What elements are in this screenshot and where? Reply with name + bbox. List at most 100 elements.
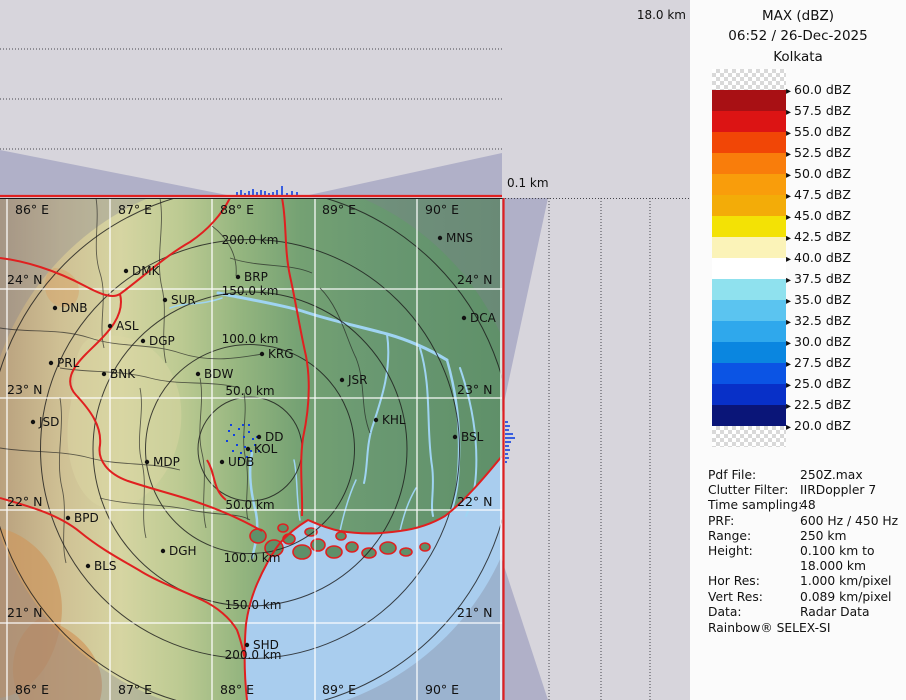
tick-arrow-icon: ▸ bbox=[786, 128, 791, 139]
tick-arrow-icon: ▸ bbox=[786, 212, 791, 223]
city-dot-kol bbox=[246, 447, 250, 451]
tick-arrow-icon: ▸ bbox=[786, 149, 791, 160]
city-dot-khl bbox=[374, 418, 378, 422]
city-dot-dnb bbox=[53, 306, 57, 310]
lat-label-left: 24° N bbox=[7, 272, 42, 287]
lon-label-top: 87° E bbox=[118, 202, 152, 217]
dbz-scale-label: 20.0 dBZ bbox=[794, 418, 851, 433]
city-label-bsl: BSL bbox=[461, 430, 484, 444]
metadata-label: Range: bbox=[708, 529, 800, 544]
dbz-band-16 bbox=[712, 405, 786, 426]
metadata-row: Time sampling:48 bbox=[708, 498, 898, 513]
range-ring-label: 100.0 km bbox=[224, 551, 281, 565]
product-title: MAX (dBZ) bbox=[690, 6, 906, 26]
lon-label-top: 88° E bbox=[220, 202, 254, 217]
metadata-label: Time sampling: bbox=[708, 498, 800, 513]
lat-label-left: 22° N bbox=[7, 494, 42, 509]
height-axis-area: 18.0 km 0.1 km bbox=[502, 0, 690, 198]
metadata-row: Height:0.100 km to bbox=[708, 544, 898, 559]
lon-label-top: 86° E bbox=[15, 202, 49, 217]
metadata-value: 250 km bbox=[800, 529, 846, 543]
city-label-bnk: BNK bbox=[110, 367, 136, 381]
lat-label-left: 21° N bbox=[7, 605, 42, 620]
metadata-row: 18.000 km bbox=[708, 559, 898, 574]
dbz-band-6 bbox=[712, 195, 786, 216]
city-label-bpd: BPD bbox=[74, 511, 99, 525]
tick-arrow-icon: ▸ bbox=[786, 401, 791, 412]
tick-arrow-icon: ▸ bbox=[786, 380, 791, 391]
metadata-row: Pdf File:250Z.max bbox=[708, 468, 898, 483]
dbz-scale-label: 52.5 dBZ bbox=[794, 145, 851, 160]
echo-pixel bbox=[228, 430, 230, 432]
city-label-shd: SHD bbox=[253, 638, 279, 652]
echo-pixel bbox=[236, 444, 238, 446]
lat-label-right: 23° N bbox=[457, 382, 492, 397]
echo-pixel bbox=[230, 424, 232, 426]
city-dot-bdw bbox=[196, 372, 200, 376]
city-dot-asl bbox=[108, 324, 112, 328]
dbz-band-3 bbox=[712, 132, 786, 153]
dbz-band-11 bbox=[712, 300, 786, 321]
city-label-dca: DCA bbox=[470, 311, 497, 325]
echo-pixel bbox=[248, 424, 250, 426]
metadata-value: 0.100 km to bbox=[800, 544, 874, 558]
lon-label-bottom: 88° E bbox=[220, 682, 254, 697]
lat-label-right: 22° N bbox=[457, 494, 492, 509]
legend-header: MAX (dBZ) 06:52 / 26-Dec-2025 Kolkata bbox=[690, 6, 906, 67]
dbz-color-scale bbox=[712, 69, 786, 447]
metadata-value: 600 Hz / 450 Hz bbox=[800, 514, 898, 528]
cross-section-top-panel bbox=[0, 0, 502, 198]
lon-label-bottom: 89° E bbox=[322, 682, 356, 697]
city-dot-bls bbox=[86, 564, 90, 568]
tick-arrow-icon: ▸ bbox=[786, 170, 791, 181]
city-label-dmk: DMK bbox=[132, 264, 161, 278]
city-label-sur: SUR bbox=[171, 293, 196, 307]
city-dot-udb bbox=[220, 460, 224, 464]
dbz-band-0 bbox=[712, 69, 786, 90]
tick-arrow-icon: ▸ bbox=[786, 254, 791, 265]
city-dot-mdp bbox=[145, 460, 149, 464]
dbz-scale-label: 55.0 dBZ bbox=[794, 124, 851, 139]
dbz-scale-label: 35.0 dBZ bbox=[794, 292, 851, 307]
lon-label-bottom: 87° E bbox=[118, 682, 152, 697]
dbz-scale-label: 60.0 dBZ bbox=[794, 82, 851, 97]
tick-arrow-icon: ▸ bbox=[786, 359, 791, 370]
dbz-scale-label: 30.0 dBZ bbox=[794, 334, 851, 349]
metadata-label: Vert Res: bbox=[708, 590, 800, 605]
echo-pixel bbox=[242, 424, 244, 426]
height-axis-min-label: 0.1 km bbox=[507, 176, 549, 190]
metadata-row: Hor Res:1.000 km/pixel bbox=[708, 574, 898, 589]
dbz-scale-label: 32.5 dBZ bbox=[794, 313, 851, 328]
lon-label-bottom: 90° E bbox=[425, 682, 459, 697]
metadata-label: PRF: bbox=[708, 514, 800, 529]
metadata-value: 1.000 km/pixel bbox=[800, 574, 891, 588]
city-label-mns: MNS bbox=[446, 231, 473, 245]
radar-app-window: 86° E86° E87° E87° E88° E88° E89° E89° E… bbox=[0, 0, 906, 700]
range-ring-label: 50.0 km bbox=[225, 384, 274, 398]
dbz-band-1 bbox=[712, 90, 786, 111]
range-ring-label: 150.0 km bbox=[222, 284, 279, 298]
dbz-scale-label: 57.5 dBZ bbox=[794, 103, 851, 118]
city-dot-jsd bbox=[31, 420, 35, 424]
city-dot-dmk bbox=[124, 269, 128, 273]
tick-arrow-icon: ▸ bbox=[786, 275, 791, 286]
city-label-mdp: MDP bbox=[153, 455, 180, 469]
city-dot-shd bbox=[245, 643, 249, 647]
lat-label-right: 24° N bbox=[457, 272, 492, 287]
echo-pixel bbox=[248, 431, 250, 433]
radar-map[interactable]: 86° E86° E87° E87° E88° E88° E89° E89° E… bbox=[0, 198, 502, 700]
lat-label-left: 23° N bbox=[7, 382, 42, 397]
echo-pixel bbox=[250, 450, 252, 452]
tick-arrow-icon: ▸ bbox=[786, 422, 791, 433]
lon-label-top: 89° E bbox=[322, 202, 356, 217]
tick-arrow-icon: ▸ bbox=[786, 86, 791, 97]
tick-arrow-icon: ▸ bbox=[786, 296, 791, 307]
city-label-jsr: JSR bbox=[347, 373, 368, 387]
echo-pixel bbox=[243, 436, 245, 438]
metadata-value: 48 bbox=[800, 498, 816, 512]
city-dot-jsr bbox=[340, 378, 344, 382]
range-ring-label: 150.0 km bbox=[225, 598, 282, 612]
dbz-band-8 bbox=[712, 237, 786, 258]
cross-section-right-panel bbox=[502, 198, 690, 700]
city-dot-dd bbox=[257, 435, 261, 439]
